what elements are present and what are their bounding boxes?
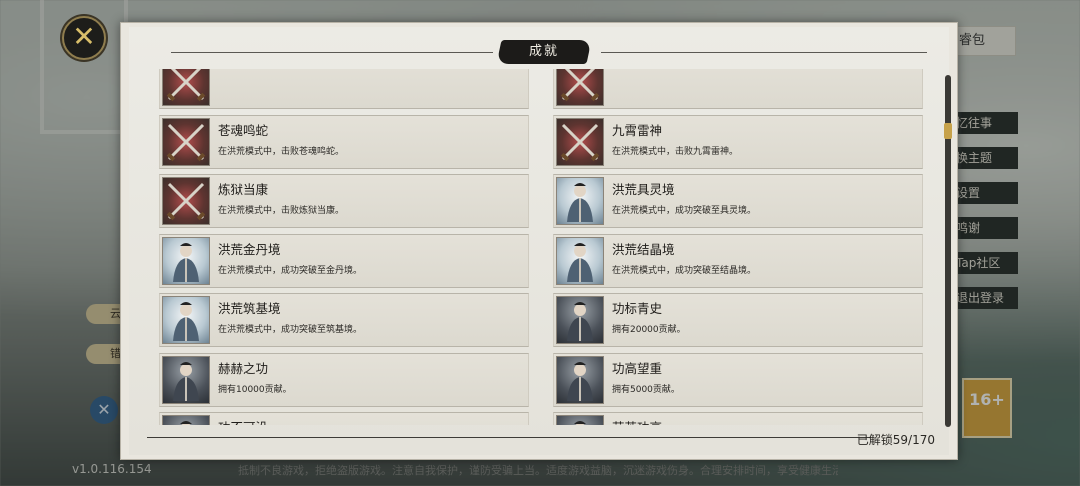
achievement-card[interactable]: 苍魂鸣蛇在洪荒模式中，击败苍魂鸣蛇。 — [159, 114, 529, 169]
achievement-description: 拥有20000贡献。 — [612, 325, 686, 335]
meditating-figure-icon — [556, 236, 604, 285]
achievement-card[interactable]: 赫赫之功拥有10000贡献。 — [159, 352, 529, 407]
achievement-name: 劳苦功高 — [612, 417, 662, 425]
achievement-description: 在洪荒模式中，成功突破至筑基境。 — [218, 325, 363, 335]
achievement-card[interactable] — [553, 69, 923, 109]
achievement-name: 洪荒结晶境 — [612, 241, 675, 257]
close-icon: ✕ — [72, 20, 96, 53]
official-figure-icon — [556, 355, 604, 404]
achievement-description: 拥有10000贡献。 — [218, 384, 292, 395]
achievement-list[interactable]: 苍魂鸣蛇 在洪荒模式中，击败苍魂鸣蛇。 九霄雷神 在洪荒模式中，击败九霄雷神。 炼狱当康… — [159, 69, 931, 425]
achievement-description: 在洪荒模式中，击败炼狱当康。 — [218, 206, 345, 216]
achievement-description: 在洪荒模式中，成功突破至结晶境。 — [612, 265, 757, 276]
achievement-description: 在洪荒模式中，成功突破至具灵境。 — [612, 206, 757, 216]
achievement-name: 洪荒金丹境 — [218, 241, 281, 257]
title-divider-left — [171, 52, 493, 53]
achievement-name: 苍魂鸣蛇 — [218, 122, 269, 138]
achievement-description: 在洪荒模式中，成功突破至金丹境。 — [218, 265, 363, 276]
close-button[interactable]: ✕ — [62, 16, 106, 60]
achievement-card[interactable]: 洪荒筑基境在洪荒模式中，成功突破至筑基境。 — [159, 293, 529, 347]
panel-paper: 成就 苍魂鸣蛇 在洪荒模式中，击败苍魂鸣蛇。 九霄雷神 在洪荒模式中，击败九霄雷神。炼… — [129, 27, 952, 455]
achievement-card[interactable]: 功不可没拥有2000贡献。 — [159, 412, 529, 425]
swords-icon — [162, 117, 210, 166]
official-figure-icon — [556, 296, 604, 344]
title-divider-right — [601, 52, 927, 53]
achievement-description: 在洪荒模式中，击败九霄雷神。 — [612, 146, 739, 157]
achievement-card[interactable]: 洪荒结晶境在洪荒模式中，成功突破至结晶境。 — [553, 233, 923, 288]
meditating-figure-icon — [162, 236, 210, 285]
unlock-count: 已解锁59/170 — [856, 433, 935, 447]
achievement-name: 功不可没 — [218, 417, 268, 425]
achievement-card[interactable]: 功标青史拥有20000贡献。 — [553, 293, 923, 347]
achievement-description: 在洪荒模式中，击败苍魂鸣蛇。 — [218, 146, 345, 157]
achievement-card[interactable]: 炼狱当康在洪荒模式中，击败炼狱当康。 — [159, 174, 529, 228]
achievement-description: 拥有5000贡献。 — [612, 384, 680, 395]
official-figure-icon — [556, 415, 604, 425]
achievement-name: 赫赫之功 — [218, 360, 269, 376]
achievement-card[interactable]: 洪荒具灵境在洪荒模式中，成功突破至具灵境。 — [553, 174, 923, 228]
achievement-card[interactable]: 洪荒金丹境在洪荒模式中，成功突破至金丹境。 — [159, 233, 529, 288]
official-figure-icon — [162, 415, 210, 425]
achievement-name: 九霄雷神 — [612, 122, 663, 138]
achievement-name: 洪荒具灵境 — [612, 182, 675, 197]
achievement-card[interactable]: 功高望重拥有5000贡献。 — [553, 352, 923, 407]
official-figure-icon — [162, 355, 210, 404]
achievement-card[interactable] — [159, 69, 529, 109]
meditating-figure-icon — [162, 296, 210, 344]
achievement-name: 洪荒筑基境 — [218, 301, 281, 316]
scrollbar-thumb[interactable] — [944, 123, 952, 139]
achievement-card[interactable]: 九霄雷神在洪荒模式中，击败九霄雷神。 — [553, 114, 923, 169]
achievement-name: 炼狱当康 — [218, 182, 269, 197]
swords-icon — [162, 177, 210, 225]
swords-icon — [556, 117, 604, 166]
meditating-figure-icon — [556, 177, 604, 225]
bottom-divider — [147, 437, 871, 438]
achievement-card[interactable]: 劳苦功高拥有1000贡献。 — [553, 412, 923, 425]
swords-icon — [162, 69, 210, 106]
swords-icon — [556, 69, 604, 106]
achievements-panel: 成就 苍魂鸣蛇 在洪荒模式中，击败苍魂鸣蛇。 九霄雷神 在洪荒模式中，击败九霄雷神。炼… — [120, 22, 958, 460]
achievement-name: 功高望重 — [612, 360, 663, 376]
achievement-name: 功标青史 — [612, 301, 663, 316]
panel-title: 成就 — [528, 44, 559, 59]
